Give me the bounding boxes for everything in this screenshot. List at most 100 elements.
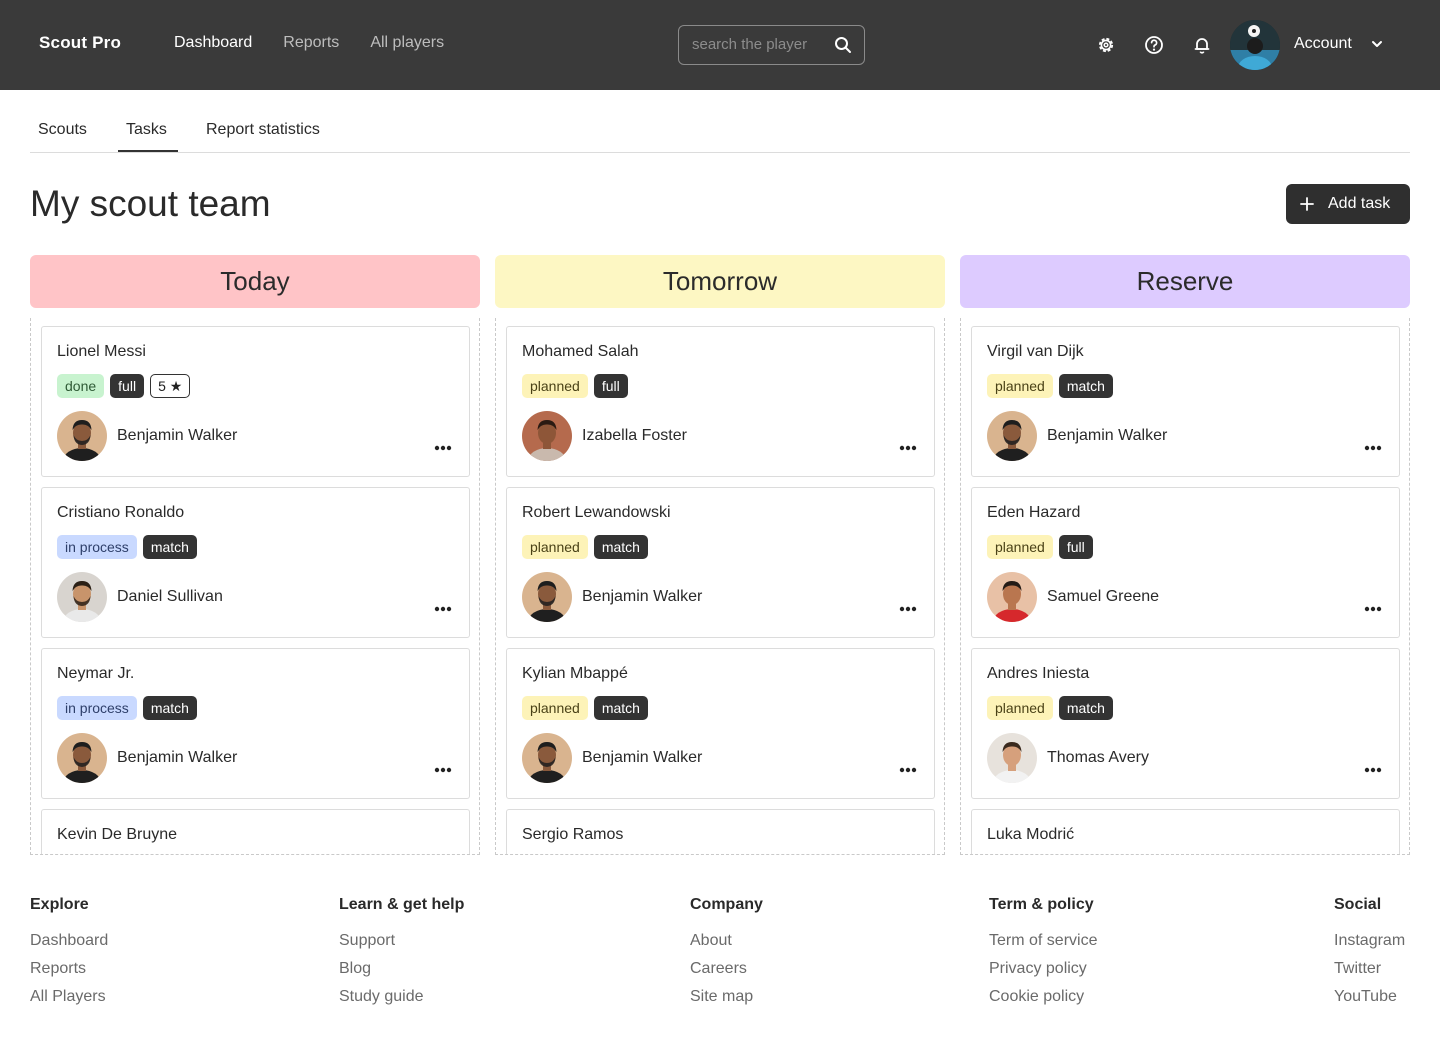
more-options-icon[interactable] bbox=[1363, 605, 1383, 613]
tag-dark: match bbox=[1058, 696, 1113, 720]
task-card[interactable]: Andres Iniesta planned match Thomas Avery bbox=[971, 648, 1400, 799]
player-name: Robert Lewandowski bbox=[522, 504, 671, 521]
add-task-button[interactable]: Add task bbox=[1286, 184, 1410, 224]
footer-heading: Social bbox=[1334, 896, 1382, 913]
footer-link[interactable]: Term of service bbox=[989, 932, 1097, 960]
nav-reports[interactable]: Reports bbox=[283, 34, 339, 52]
active-tab-indicator bbox=[118, 150, 178, 152]
gear-icon[interactable] bbox=[1096, 35, 1116, 55]
task-card[interactable]: Eden Hazard planned full Samuel Greene bbox=[971, 487, 1400, 638]
more-options-icon[interactable] bbox=[433, 766, 453, 774]
scout-name: Samuel Greene bbox=[1047, 588, 1160, 605]
more-options-icon[interactable] bbox=[898, 766, 918, 774]
footer-link[interactable]: Privacy policy bbox=[989, 960, 1097, 988]
tag-dark: match bbox=[1058, 374, 1113, 398]
footer-link[interactable]: Careers bbox=[690, 960, 763, 988]
tab-scouts[interactable]: Scouts bbox=[38, 121, 87, 139]
tag-list: planned match bbox=[987, 696, 1113, 720]
footer-column: Company About Careers Site map bbox=[690, 896, 763, 1016]
more-options-icon[interactable] bbox=[1363, 766, 1383, 774]
footer-column: Term & policy Term of service Privacy poli… bbox=[989, 896, 1097, 1016]
footer-link[interactable]: Reports bbox=[30, 960, 108, 988]
footer-link[interactable]: Site map bbox=[690, 988, 763, 1016]
task-card[interactable]: Luka Modrić bbox=[971, 809, 1400, 854]
scout-name: Benjamin Walker bbox=[117, 749, 238, 766]
more-options-icon[interactable] bbox=[433, 605, 453, 613]
chevron-down-icon[interactable] bbox=[1370, 37, 1384, 51]
footer-link[interactable]: Study guide bbox=[339, 988, 464, 1016]
bell-icon[interactable] bbox=[1192, 35, 1212, 55]
column-tomorrow: Tomorrow Mohamed Salah planned full Izabell… bbox=[495, 255, 945, 855]
footer-link[interactable]: Cookie policy bbox=[989, 988, 1097, 1016]
tag-list: planned full bbox=[987, 535, 1093, 559]
tag-planned: planned bbox=[522, 696, 588, 720]
nav-dashboard[interactable]: Dashboard bbox=[174, 34, 252, 52]
task-card[interactable]: Mohamed Salah planned full Izabella Foster bbox=[506, 326, 935, 477]
task-card[interactable]: Robert Lewandowski planned match Benjamin … bbox=[506, 487, 935, 638]
player-name: Neymar Jr. bbox=[57, 665, 135, 682]
main-nav: Dashboard Reports All players bbox=[174, 34, 444, 52]
footer-link[interactable]: All Players bbox=[30, 988, 108, 1016]
search-input[interactable] bbox=[692, 36, 832, 53]
player-name: Eden Hazard bbox=[987, 504, 1081, 521]
account-menu-label[interactable]: Account bbox=[1294, 35, 1352, 53]
avatar bbox=[522, 572, 572, 622]
tag-list: planned full bbox=[522, 374, 628, 398]
footer-link[interactable]: Blog bbox=[339, 960, 464, 988]
avatar bbox=[57, 572, 107, 622]
avatar bbox=[522, 733, 572, 783]
footer-link[interactable]: YouTube bbox=[1334, 988, 1405, 1016]
player-name: Sergio Ramos bbox=[522, 826, 624, 843]
scout-name: Benjamin Walker bbox=[1047, 427, 1168, 444]
more-options-icon[interactable] bbox=[898, 444, 918, 452]
column-body: Mohamed Salah planned full Izabella Foster… bbox=[495, 318, 945, 855]
task-card[interactable]: Kylian Mbappé planned match Benjamin Walke… bbox=[506, 648, 935, 799]
task-card[interactable]: Neymar Jr. in process match Benjamin Walke… bbox=[41, 648, 470, 799]
scout-name: Benjamin Walker bbox=[582, 749, 703, 766]
search-icon[interactable] bbox=[834, 36, 852, 54]
tab-report-statistics[interactable]: Report statistics bbox=[206, 121, 320, 139]
task-card[interactable]: Virgil van Dijk planned match Benjamin Wal… bbox=[971, 326, 1400, 477]
footer-link[interactable]: Dashboard bbox=[30, 932, 108, 960]
brand-logo[interactable]: Scout Pro bbox=[39, 33, 121, 53]
tag-dark: full bbox=[593, 374, 628, 398]
scout-name: Daniel Sullivan bbox=[117, 588, 223, 605]
footer-link[interactable]: Instagram bbox=[1334, 932, 1405, 960]
more-options-icon[interactable] bbox=[433, 444, 453, 452]
tag-dark: match bbox=[142, 535, 197, 559]
player-name: Kevin De Bruyne bbox=[57, 826, 178, 843]
task-card[interactable]: Kevin De Bruyne bbox=[41, 809, 470, 854]
task-card[interactable]: Cristiano Ronaldo in process match Daniel … bbox=[41, 487, 470, 638]
help-icon[interactable] bbox=[1144, 35, 1164, 55]
more-options-icon[interactable] bbox=[898, 605, 918, 613]
scout-name: Thomas Avery bbox=[1047, 749, 1149, 766]
footer-heading: Learn & get help bbox=[339, 896, 465, 913]
task-card[interactable]: Lionel Messi done full 5 ★ Benjamin Walker bbox=[41, 326, 470, 477]
footer-link[interactable]: Support bbox=[339, 932, 464, 960]
player-name: Mohamed Salah bbox=[522, 343, 639, 360]
footer-link[interactable]: Twitter bbox=[1334, 960, 1405, 988]
tag-list: planned match bbox=[522, 535, 648, 559]
section-tabs: Scouts Tasks Report statistics bbox=[30, 90, 1410, 153]
more-options-icon[interactable] bbox=[1363, 444, 1383, 452]
plus-icon bbox=[1300, 197, 1314, 211]
tag-planned: planned bbox=[987, 535, 1053, 559]
tag-dark: match bbox=[593, 696, 648, 720]
column-header: Today bbox=[30, 255, 480, 308]
tag-rating: 5 ★ bbox=[150, 374, 191, 398]
avatar bbox=[987, 572, 1037, 622]
avatar bbox=[522, 411, 572, 461]
footer-column: Learn & get help Support Blog Study guide bbox=[339, 896, 464, 1016]
tag-inproc: in process bbox=[57, 535, 137, 559]
player-name: Kylian Mbappé bbox=[522, 665, 628, 682]
footer-column: Social Instagram Twitter YouTube bbox=[1334, 896, 1405, 1016]
task-card[interactable]: Sergio Ramos bbox=[506, 809, 935, 854]
scout-name: Izabella Foster bbox=[582, 427, 687, 444]
player-name: Andres Iniesta bbox=[987, 665, 1090, 682]
footer-link[interactable]: About bbox=[690, 932, 763, 960]
account-avatar[interactable] bbox=[1230, 20, 1280, 70]
tag-planned: planned bbox=[522, 535, 588, 559]
nav-all-players[interactable]: All players bbox=[370, 34, 444, 52]
player-name: Virgil van Dijk bbox=[987, 343, 1084, 360]
tab-tasks[interactable]: Tasks bbox=[126, 121, 167, 139]
